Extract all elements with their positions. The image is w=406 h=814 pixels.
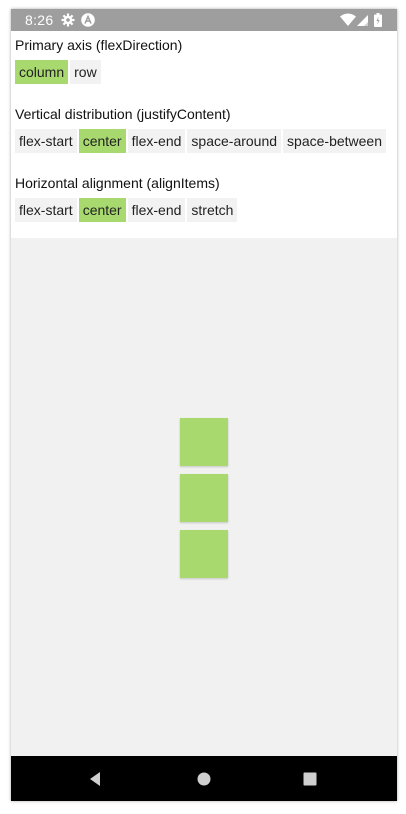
flex-box	[180, 418, 228, 466]
option-flex-end[interactable]: flex-end	[127, 198, 186, 222]
flex-direction-section: Primary axis (flexDirection) column row	[15, 36, 182, 84]
option-center[interactable]: center	[78, 198, 126, 222]
section-title: Vertical distribution (justifyContent)	[15, 106, 231, 122]
controls-panel: Primary axis (flexDirection) column row …	[11, 31, 397, 238]
option-center[interactable]: center	[78, 129, 126, 153]
option-flex-end[interactable]: flex-end	[127, 129, 186, 153]
align-items-section: Horizontal alignment (alignItems) flex-s…	[15, 174, 239, 222]
battery-icon	[374, 13, 388, 27]
navigation-bar	[11, 756, 397, 801]
signal-icon	[357, 13, 371, 27]
option-flex-start[interactable]: flex-start	[15, 129, 77, 153]
section-title: Horizontal alignment (alignItems)	[15, 175, 220, 191]
option-column[interactable]: column	[15, 60, 69, 84]
option-stretch[interactable]: stretch	[187, 198, 238, 222]
option-space-between[interactable]: space-between	[283, 129, 386, 153]
option-flex-start[interactable]: flex-start	[15, 198, 77, 222]
flex-playground	[11, 238, 397, 756]
app-a-icon	[81, 13, 95, 27]
status-bar: 8:26	[11, 9, 397, 31]
option-row[interactable]: row	[70, 60, 101, 84]
flex-box	[180, 530, 228, 578]
phone-screen: 8:26 Primary axis (flexDirection) column…	[11, 9, 397, 801]
align-items-options: flex-start center flex-end stretch	[15, 198, 239, 222]
home-icon[interactable]	[193, 768, 215, 790]
back-icon[interactable]	[85, 768, 107, 790]
option-space-around[interactable]: space-around	[187, 129, 282, 153]
flex-box	[180, 474, 228, 522]
wifi-icon	[340, 13, 356, 27]
flex-direction-options: column row	[15, 60, 182, 84]
justify-content-options: flex-start center flex-end space-around …	[15, 129, 388, 153]
justify-content-section: Vertical distribution (justifyContent) f…	[15, 105, 388, 153]
status-time: 8:26	[25, 12, 54, 28]
recents-icon[interactable]	[299, 768, 321, 790]
gear-icon	[61, 13, 75, 27]
section-title: Primary axis (flexDirection)	[15, 37, 183, 53]
